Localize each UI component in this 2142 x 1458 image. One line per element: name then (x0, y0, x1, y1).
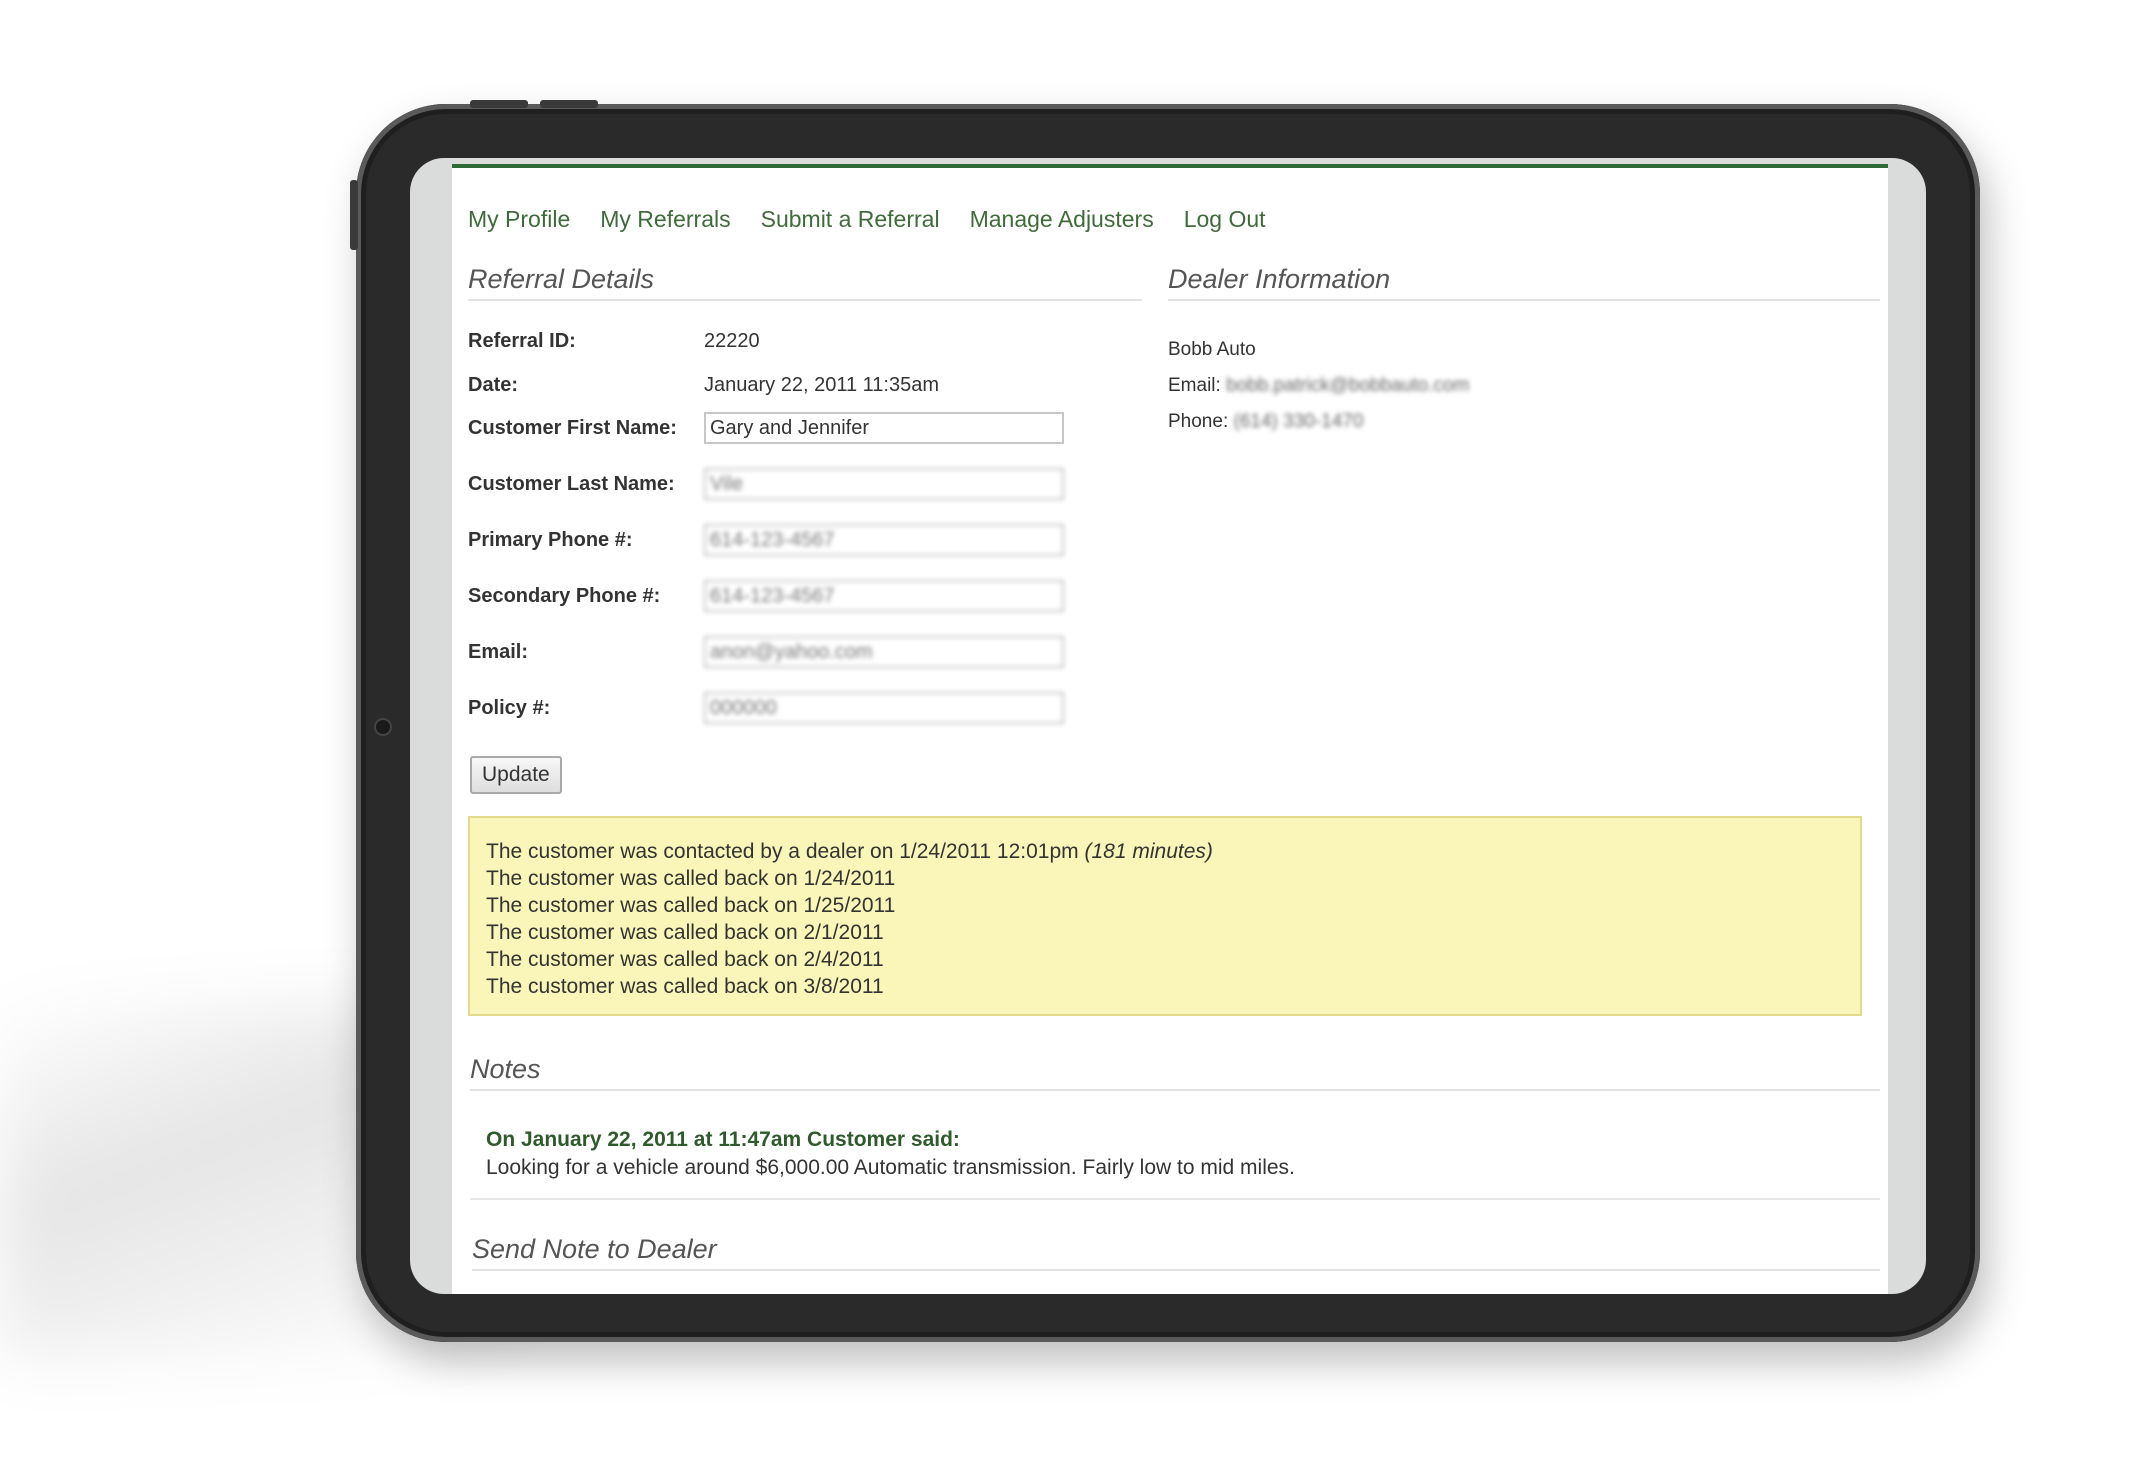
last-name-field[interactable] (704, 468, 1064, 500)
dealer-phone-value: (614) 330-1470 (1233, 411, 1364, 432)
dealer-phone-row: Phone: (614) 330-1470 (1168, 404, 1469, 440)
dealer-info: Bobb Auto Email: bobb.patrick@bobbauto.c… (1168, 332, 1469, 440)
referral-page: My Profile My Referrals Submit a Referra… (452, 164, 1888, 1294)
primary-phone-row: Primary Phone #: (468, 524, 1064, 556)
nav-log-out[interactable]: Log Out (1184, 206, 1266, 233)
callback-line: The customer was called back on 2/1/2011 (486, 921, 884, 944)
note-body: Looking for a vehicle around $6,000.00 A… (486, 1156, 1295, 1179)
secondary-phone-label: Secondary Phone #: (468, 584, 661, 607)
camera-icon (374, 718, 392, 736)
dealer-name: Bobb Auto (1168, 339, 1256, 360)
secondary-phone-row: Secondary Phone #: (468, 580, 1064, 612)
nav-my-referrals[interactable]: My Referrals (600, 206, 730, 233)
secondary-phone-field[interactable] (704, 580, 1064, 612)
contact-history-box: The customer was contacted by a dealer o… (468, 816, 1862, 1016)
divider (470, 1198, 1880, 1200)
first-name-label: Customer First Name: (468, 416, 677, 439)
referral-id-value: 22220 (704, 330, 760, 352)
update-button[interactable]: Update (470, 756, 562, 794)
email-field[interactable] (704, 636, 1064, 668)
email-row: Email: (468, 636, 1064, 668)
dealer-email-row: Email: bobb.patrick@bobbauto.com (1168, 368, 1469, 404)
callback-line: The customer was called back on 1/25/201… (486, 894, 896, 917)
last-name-row: Customer Last Name: (468, 468, 1064, 500)
primary-phone-label: Primary Phone #: (468, 528, 633, 551)
tablet-screen: My Profile My Referrals Submit a Referra… (410, 158, 1926, 1294)
date-label: Date: (468, 374, 519, 396)
tablet-volume-button (470, 100, 528, 108)
first-name-field[interactable] (704, 412, 1064, 444)
referral-details-title: Referral Details (468, 264, 1142, 301)
callback-line: The customer was called back on 1/24/201… (486, 867, 896, 890)
policy-label: Policy #: (468, 696, 551, 719)
notes-title: Notes (470, 1054, 1880, 1091)
nav-manage-adjusters[interactable]: Manage Adjusters (970, 206, 1154, 233)
policy-row: Policy #: (468, 692, 1064, 724)
send-note-title: Send Note to Dealer (472, 1234, 1880, 1271)
tablet-side-button (350, 180, 358, 250)
tablet-volume-button (540, 100, 598, 108)
note-header: On January 22, 2011 at 11:47am Customer … (486, 1128, 960, 1151)
callback-line: The customer was called back on 2/4/2011 (486, 948, 884, 971)
primary-phone-field[interactable] (704, 524, 1064, 556)
dealer-phone-label: Phone: (1168, 411, 1229, 432)
contacted-duration: (181 minutes) (1084, 840, 1213, 863)
dealer-information-title: Dealer Information (1168, 264, 1880, 301)
date-row: Date: January 22, 2011 11:35am (468, 374, 939, 397)
contacted-line: The customer was contacted by a dealer o… (486, 838, 1844, 865)
last-name-label: Customer Last Name: (468, 472, 675, 495)
date-value: January 22, 2011 11:35am (704, 374, 939, 396)
dealer-email-label: Email: (1168, 375, 1221, 396)
nav-my-profile[interactable]: My Profile (468, 206, 570, 233)
policy-field[interactable] (704, 692, 1064, 724)
contacted-text: The customer was contacted by a dealer o… (486, 840, 1079, 863)
referral-id-row: Referral ID: 22220 (468, 330, 760, 353)
nav-submit-referral[interactable]: Submit a Referral (761, 206, 940, 233)
callback-line: The customer was called back on 3/8/2011 (486, 975, 884, 998)
dealer-email-value: bobb.patrick@bobbauto.com (1226, 375, 1470, 396)
email-label: Email: (468, 640, 529, 663)
first-name-row: Customer First Name: (468, 412, 1064, 444)
top-nav: My Profile My Referrals Submit a Referra… (468, 206, 1266, 233)
referral-id-label: Referral ID: (468, 330, 576, 352)
